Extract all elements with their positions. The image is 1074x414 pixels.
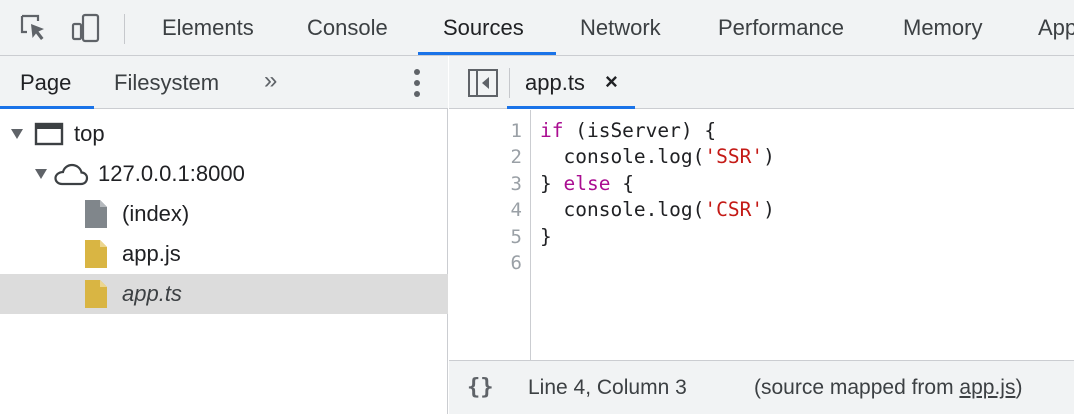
code-text: ) [763, 198, 775, 222]
line-number-gutter: 1 2 3 4 5 6 [449, 110, 531, 360]
code-keyword: else [563, 171, 611, 195]
tree-item-origin[interactable]: 127.0.0.1:8000 [0, 154, 448, 194]
tree-item-app-ts[interactable]: app.ts [0, 274, 448, 314]
line-number: 6 [510, 252, 522, 274]
active-tab-indicator [418, 52, 556, 55]
line-number: 1 [510, 120, 522, 142]
tree-item-label: top [74, 121, 105, 146]
tree-item-label: app.ts [122, 281, 182, 306]
script-file-icon [85, 240, 107, 268]
code-text: console.log( [540, 145, 705, 169]
tab-page[interactable]: Page [20, 56, 71, 109]
editor-tabbar: app.ts × [449, 56, 1074, 109]
tab-console[interactable]: Console [307, 0, 388, 56]
close-icon[interactable]: × [605, 56, 618, 109]
toggle-navigator-icon[interactable] [467, 68, 499, 98]
navigator-active-indicator [0, 106, 94, 109]
source-map-prefix: (source mapped from [754, 376, 960, 399]
more-tabs-button[interactable]: » [264, 56, 277, 109]
tree-item-label: 127.0.0.1:8000 [98, 161, 245, 186]
code-line: console.log('SSR') [540, 144, 775, 170]
code-text: } [540, 224, 552, 248]
inspect-element-icon[interactable] [18, 12, 50, 44]
tab-memory[interactable]: Memory [903, 0, 982, 56]
tab-application[interactable]: Application [1038, 0, 1074, 56]
source-editor: app.ts × 1 2 3 4 5 6 if (isServer) { con… [449, 56, 1074, 414]
code-text: } [540, 171, 564, 195]
source-map-link[interactable]: app.js [959, 376, 1015, 399]
code-text: ) [763, 145, 775, 169]
script-file-icon [85, 280, 107, 308]
tab-filesystem[interactable]: Filesystem [114, 56, 219, 109]
tree-item-app-js[interactable]: app.js [0, 234, 448, 274]
pretty-print-button[interactable]: {} [467, 361, 494, 414]
tab-elements[interactable]: Elements [162, 0, 254, 56]
device-toolbar-icon[interactable] [70, 12, 102, 44]
editor-tab-app-ts[interactable]: app.ts × [507, 56, 635, 109]
tree-item-index[interactable]: (index) [0, 194, 448, 234]
expand-arrow-icon[interactable] [10, 128, 24, 140]
sources-navigator: Page Filesystem » top 127.0.0.1:8000 (in… [0, 56, 448, 414]
editor-tab-label: app.ts [525, 70, 585, 95]
editor-status-bar: {} Line 4, Column 3 (source mapped from … [449, 360, 1074, 414]
tree-item-label: app.js [122, 241, 181, 266]
code-string: 'CSR' [704, 198, 764, 222]
toolbar-separator [124, 14, 125, 44]
code-text: (isServer) { [563, 119, 717, 142]
editor-tab-indicator [507, 106, 635, 109]
line-number: 3 [510, 172, 522, 195]
code-area[interactable]: if (isServer) { console.log('SSR') } els… [540, 110, 1070, 360]
code-line: console.log('CSR') [540, 197, 775, 223]
line-number: 5 [510, 225, 522, 248]
code-string: 'SSR' [704, 145, 764, 169]
code-line: } [540, 224, 552, 250]
code-text: console.log( [540, 198, 705, 222]
frame-icon [34, 122, 64, 146]
code-line: if (isServer) { [540, 118, 716, 144]
devtools-main-toolbar: Elements Console Sources Network Perform… [0, 0, 1074, 56]
cloud-icon [54, 163, 89, 186]
document-icon [85, 200, 107, 228]
line-number: 2 [510, 146, 522, 169]
tree-item-label: (index) [122, 201, 190, 226]
navigator-tabbar: Page Filesystem » [0, 56, 448, 109]
code-text: { [610, 171, 634, 195]
tab-performance[interactable]: Performance [718, 0, 844, 56]
source-map-info: (source mapped from app.js) [754, 361, 1022, 414]
tab-sources[interactable]: Sources [443, 0, 524, 56]
tab-network[interactable]: Network [580, 0, 661, 56]
code-line: } else { [540, 171, 634, 197]
more-vertical-icon[interactable] [404, 66, 430, 100]
source-map-suffix: ) [1015, 376, 1023, 399]
line-number: 4 [510, 199, 522, 222]
cursor-position: Line 4, Column 3 [528, 376, 687, 399]
tree-item-top[interactable]: top [0, 114, 448, 154]
code-keyword: if [540, 119, 564, 142]
expand-arrow-icon[interactable] [34, 168, 48, 180]
